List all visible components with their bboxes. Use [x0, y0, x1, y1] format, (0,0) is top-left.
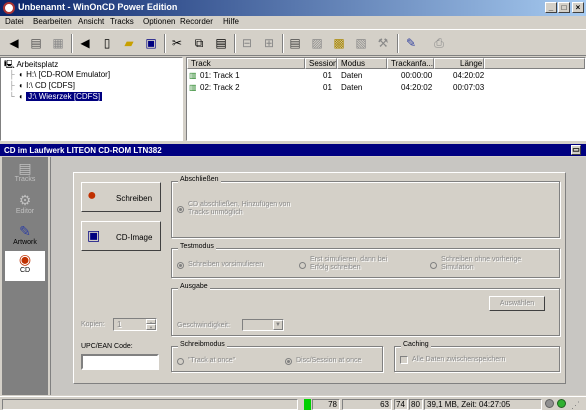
minimize-button[interactable]: _ [545, 2, 557, 13]
write-mode-track-at-once[interactable] [177, 358, 184, 365]
drive-status-icon [545, 399, 554, 408]
col-trackanfang[interactable]: Trackanfa... [387, 58, 434, 69]
group-schreibmodus: Schreibmodus "Track at once" Disc/Sessio… [171, 341, 383, 372]
tree-item-h[interactable]: ◐ H:\ [CD-ROM Emulator] [19, 70, 110, 79]
status-num2: 74 [394, 399, 408, 410]
close-button[interactable]: × [572, 2, 584, 13]
cd-panel-titlebar: CD im Laufwerk LITEON CD-ROM LTN382 ▭ [0, 144, 586, 156]
menu-recorder[interactable]: Recorder [180, 17, 213, 26]
wizard-icon[interactable]: ▦ [49, 34, 67, 52]
new-icon[interactable]: ▯ [98, 34, 116, 52]
bomb-icon: ● [87, 187, 97, 204]
menu-tracks[interactable]: Tracks [110, 17, 134, 26]
status-bar: 78 63 74 80 39,1 MB, Zeit: 04:27:05 ⋰ [0, 396, 586, 410]
data-track-icon: ▥ [189, 71, 197, 80]
cd-panel: ● Schreiben ▣ CD-Image Abschließen CD ab… [50, 157, 586, 395]
filter-icon[interactable]: ▨ [308, 34, 326, 52]
sidebar: ▤ Tracks ⚙ Editor ✎ Artwork ◉ CD [2, 157, 48, 395]
test-radio-simulate-then-write[interactable] [299, 262, 306, 269]
col-modus[interactable]: Modus [337, 58, 387, 69]
editor-icon: ⚙ [18, 192, 32, 208]
burn-icon[interactable]: ▩ [330, 34, 348, 52]
select-output-button[interactable]: Auswählen [489, 296, 545, 311]
col-session[interactable]: Session [305, 58, 337, 69]
chevron-down-icon: ▼ [273, 320, 283, 330]
finalize-radio[interactable] [177, 206, 184, 213]
hammer-icon[interactable]: ⚒ [374, 34, 392, 52]
open-icon[interactable]: ▰ [120, 34, 138, 52]
write-mode-disc-at-once[interactable] [285, 358, 292, 365]
activity-indicator [304, 399, 311, 410]
status-info: 39,1 MB, Zeit: 04:27:05 [424, 399, 542, 410]
speed-select[interactable]: ▼ [242, 319, 284, 331]
toolbar: ◀ ▤ ▦ ◀ ▯ ▰ ▣ ✂ ⧉ ▤ ⊟ ⊞ ▤ ▨ ▩ ▧ ⚒ ✎ ⎙ [0, 29, 586, 56]
sidebar-item-artwork[interactable]: ✎ Artwork [2, 223, 48, 246]
window-title: Unbenannt - WinOnCD Power Edition [18, 2, 178, 12]
cut-icon[interactable]: ✂ [168, 34, 186, 52]
track-list: Track Session Modus Trackanfa... Länge ▥… [186, 57, 586, 141]
paste-icon[interactable]: ▤ [212, 34, 230, 52]
tree-item-j[interactable]: ◐ J:\ Wiesrzek [CDFS] [19, 92, 103, 101]
test-radio-simulate[interactable] [177, 262, 184, 269]
group-testmodus: Testmodus Schreiben vorsimulieren Erst s… [171, 243, 560, 278]
col-laenge[interactable]: Länge [434, 58, 484, 69]
menu-hilfe[interactable]: Hilfe [223, 17, 239, 26]
status-num3: 80 [409, 399, 423, 410]
cache-checkbox[interactable] [400, 356, 408, 364]
data-track-icon: ▥ [189, 83, 197, 92]
properties-icon[interactable]: ▤ [27, 34, 45, 52]
menu-bearbeiten[interactable]: Bearbeiten [33, 17, 72, 26]
group-caching: Caching Alle Daten zwischenspeichern [394, 341, 560, 372]
maximize-button[interactable]: □ [558, 2, 570, 13]
artwork-icon: ✎ [19, 223, 31, 239]
group-ausgabe: Ausgabe Auswählen Geschwindigkeit: ▼ [171, 283, 560, 336]
group-abschluss: Abschließen CD abschließen, Hinzufügen v… [171, 176, 560, 238]
drive-tree: 🖳 Arbeitsplatz ├ ◐ H:\ [CD-ROM Emulator]… [0, 57, 183, 141]
status-num1: 63 [342, 399, 392, 410]
track-down-icon[interactable]: ⊞ [260, 34, 278, 52]
write-button[interactable]: ● Schreiben [81, 182, 161, 212]
disk-image-icon: ▣ [87, 227, 101, 243]
cdimage-button[interactable]: ▣ CD-Image [81, 221, 161, 251]
info-icon[interactable]: ▤ [286, 34, 304, 52]
pen-icon[interactable]: ✎ [402, 34, 420, 52]
col-track[interactable]: Track [187, 58, 305, 69]
tracks-icon: ▤ [18, 160, 32, 176]
print-icon[interactable]: ⎙ [430, 34, 448, 52]
cd-icon: ◉ [18, 251, 32, 267]
stepper-down-icon[interactable]: ▼ [146, 324, 156, 330]
back-icon[interactable]: ◀ [5, 34, 23, 52]
menu-bar: Datei Bearbeiten Ansicht Tracks Optionen… [0, 16, 586, 28]
cd-panel-title: CD im Laufwerk LITEON CD-ROM LTN382 [4, 146, 162, 155]
prev-icon[interactable]: ◀ [76, 34, 94, 52]
tree-item-i[interactable]: ◐ I:\ CD [CDFS] [19, 81, 75, 90]
audio-icon[interactable]: ▧ [352, 34, 370, 52]
app-icon [3, 2, 15, 14]
menu-optionen[interactable]: Optionen [143, 17, 175, 26]
copies-stepper[interactable]: 1 ▲ ▼ [113, 318, 157, 331]
upc-ean-input[interactable] [81, 354, 159, 370]
write-options-panel: ● Schreiben ▣ CD-Image Abschließen CD ab… [73, 172, 566, 384]
sidebar-item-editor[interactable]: ⚙ Editor [2, 192, 48, 215]
sidebar-item-cd[interactable]: ◉ CD [5, 251, 45, 281]
status-count: 78 [312, 399, 340, 410]
title-bar: Unbenannt - WinOnCD Power Edition _ □ × [0, 0, 586, 16]
test-radio-no-simulation[interactable] [430, 262, 437, 269]
menu-ansicht[interactable]: Ansicht [78, 17, 104, 26]
copy-icon[interactable]: ⧉ [190, 34, 208, 52]
resize-grip-icon[interactable]: ⋰ [571, 400, 580, 410]
sidebar-item-tracks[interactable]: ▤ Tracks [2, 160, 48, 183]
ready-status-icon [557, 399, 566, 408]
save-icon[interactable]: ▣ [142, 34, 160, 52]
track-up-icon[interactable]: ⊟ [238, 34, 256, 52]
menu-datei[interactable]: Datei [5, 17, 24, 26]
panel-close-button[interactable]: ▭ [571, 145, 581, 155]
